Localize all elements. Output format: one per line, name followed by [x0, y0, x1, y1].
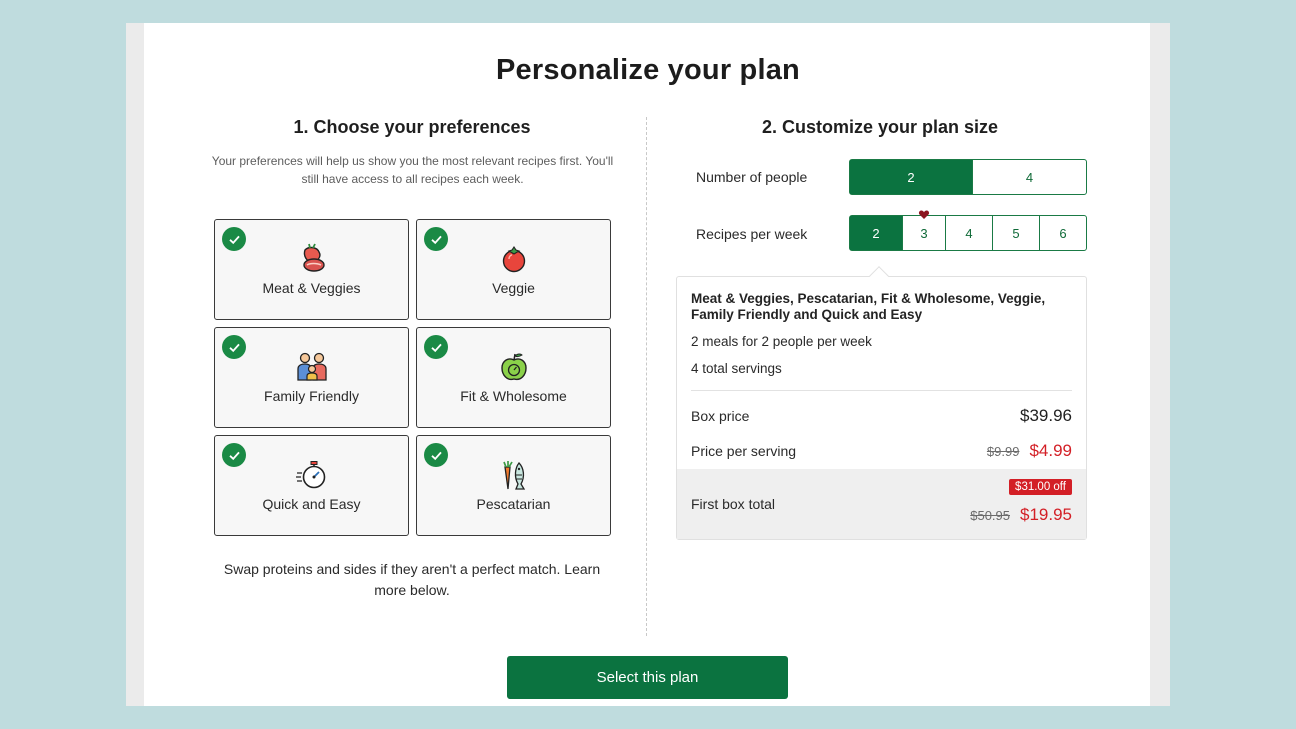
per-serving-label: Price per serving	[691, 443, 797, 459]
preference-label: Quick and Easy	[262, 496, 361, 512]
preference-quick-easy[interactable]: Quick and Easy	[214, 435, 409, 536]
checkmark-icon	[222, 443, 246, 467]
preference-label: Family Friendly	[264, 388, 359, 404]
box-price-value: $39.96	[1020, 406, 1072, 425]
first-box-label: First box total	[691, 496, 776, 512]
first-box-price: $50.95 $19.95	[970, 505, 1072, 525]
preference-pescatarian[interactable]: Pescatarian	[416, 435, 611, 536]
recipes-option-5[interactable]: 5	[993, 216, 1040, 250]
plan-size-heading: 2. Customize your plan size	[761, 117, 999, 137]
summary-preferences: Meat & Veggies, Pescatarian, Fit & Whole…	[691, 291, 1046, 322]
people-selector: 2 4	[849, 159, 1087, 195]
select-plan-button[interactable]: Select this plan	[507, 656, 788, 699]
recipes-label: Recipes per week	[696, 226, 808, 242]
people-label: Number of people	[696, 169, 808, 185]
checkmark-icon	[424, 335, 448, 359]
preference-label: Fit & Wholesome	[460, 388, 567, 404]
recipes-option-4[interactable]: 4	[946, 216, 993, 250]
section-divider	[646, 117, 647, 636]
steak-icon	[302, 243, 325, 272]
people-option-2[interactable]: 2	[850, 160, 973, 194]
recipes-option-3[interactable]: 3	[903, 210, 946, 250]
tomato-icon	[502, 246, 525, 273]
checkmark-icon	[222, 335, 246, 359]
per-serving-new-price: $4.99	[1029, 441, 1072, 460]
first-box-new-price: $19.95	[1020, 505, 1072, 524]
recipes-option-label: 3	[920, 225, 928, 241]
apple-icon	[500, 353, 527, 381]
swap-note: Swap proteins and sides if they aren't a…	[223, 561, 601, 598]
preferences-subtext: Your preferences will help us show you t…	[211, 154, 614, 186]
first-box-section: First box total $31.00 off $50.95 $19.95	[677, 469, 1086, 539]
box-price-label: Box price	[691, 408, 750, 424]
preference-family-friendly[interactable]: Family Friendly	[214, 327, 409, 428]
per-serving-old-price: $9.99	[986, 444, 1020, 459]
page-title: Personalize your plan	[496, 54, 800, 86]
heart-icon	[918, 210, 930, 219]
preference-veggie[interactable]: Veggie	[416, 219, 611, 320]
preference-label: Pescatarian	[476, 496, 551, 512]
checkmark-icon	[424, 227, 448, 251]
checkmark-icon	[424, 443, 448, 467]
recipes-selector: 2 3 4 5 6	[849, 210, 1087, 251]
recipes-option-2[interactable]: 2	[850, 216, 903, 250]
preference-label: Meat & Veggies	[262, 280, 361, 296]
discount-badge: $31.00 off	[1009, 479, 1072, 495]
preference-fit-wholesome[interactable]: Fit & Wholesome	[416, 327, 611, 428]
preference-meat-veggies[interactable]: Meat & Veggies	[214, 219, 409, 320]
checkmark-icon	[222, 227, 246, 251]
first-box-old-price: $50.95	[970, 508, 1010, 523]
fish-carrot-icon	[502, 461, 525, 490]
summary-divider	[691, 390, 1072, 391]
summary-meals: 2 meals for 2 people per week	[691, 334, 872, 349]
plan-summary: Meat & Veggies, Pescatarian, Fit & Whole…	[676, 276, 1087, 540]
recipes-option-6[interactable]: 6	[1040, 216, 1086, 250]
summary-servings: 4 total servings	[691, 361, 782, 376]
stopwatch-icon	[295, 461, 325, 489]
people-option-4[interactable]: 4	[973, 160, 1086, 194]
family-icon	[296, 352, 327, 381]
per-serving-price: $9.99 $4.99	[987, 441, 1072, 461]
preference-label: Veggie	[492, 280, 535, 296]
preferences-heading: 1. Choose your preferences	[293, 117, 531, 137]
